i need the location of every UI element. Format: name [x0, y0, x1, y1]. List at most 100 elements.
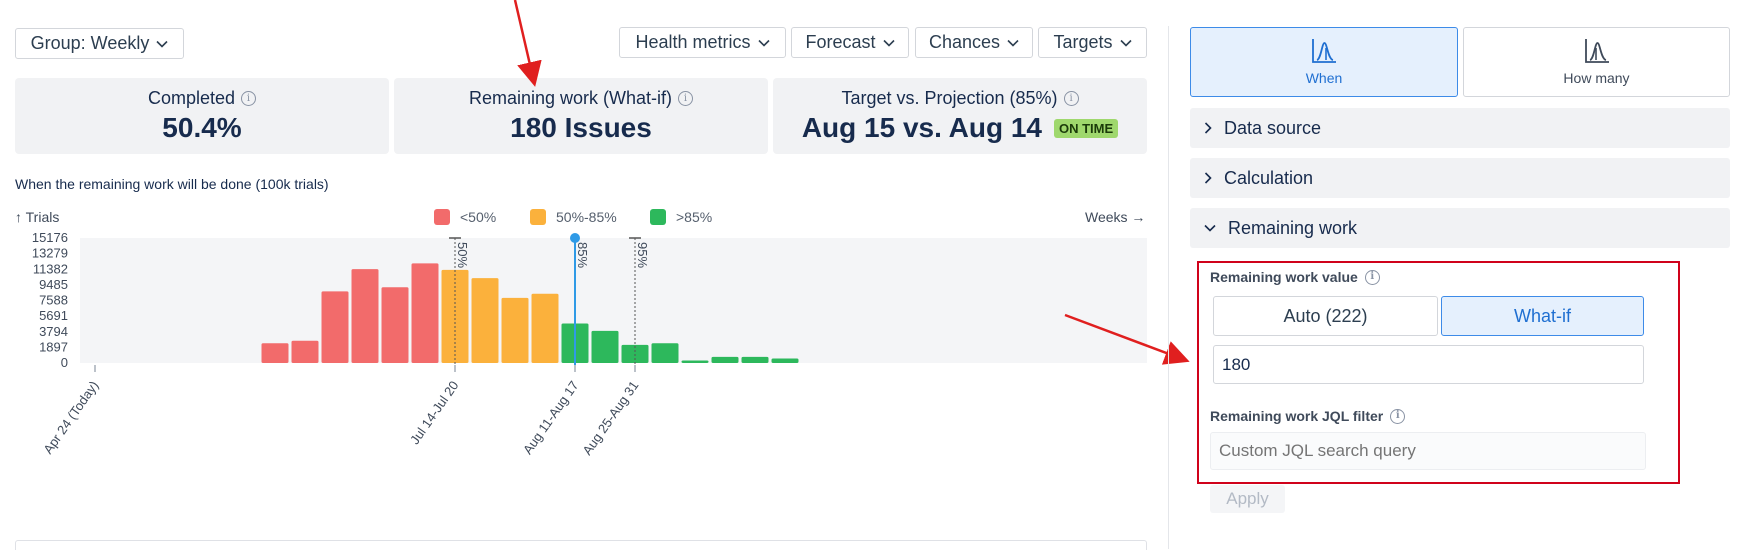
y-tick-label: 0	[61, 355, 68, 370]
legend-item-50-85: 50%-85%	[530, 209, 617, 225]
histogram-bar[interactable]	[291, 340, 319, 363]
targets-dropdown[interactable]: Targets	[1038, 27, 1147, 58]
apply-button[interactable]: Apply	[1210, 485, 1285, 513]
legend-swatch	[434, 209, 450, 225]
target-value: Aug 15 vs. Aug 14	[801, 112, 1042, 143]
mode-when-button[interactable]: When	[1190, 27, 1458, 97]
y-tick-label: 9485	[39, 277, 68, 292]
chart-howmany-icon	[1584, 39, 1609, 63]
histogram-bar[interactable]	[711, 356, 739, 363]
completed-value: 50.4%	[162, 112, 242, 143]
legend-label: >85%	[676, 209, 713, 225]
histogram-bar[interactable]	[531, 293, 559, 363]
arrow-to-remaining-card	[513, 0, 542, 87]
panel-divider	[1168, 26, 1169, 549]
target-label: Target vs. Projection (85%)	[841, 88, 1058, 108]
histogram-bar[interactable]	[591, 330, 619, 363]
y-axis-label: ↑ Trials	[15, 209, 60, 225]
auto-toggle[interactable]: Auto (222)	[1213, 296, 1438, 336]
section-calculation-label: Calculation	[1224, 167, 1314, 188]
info-icon[interactable]: i	[241, 91, 257, 106]
x-tick-label: Aug 11-Aug 17	[520, 378, 581, 457]
mode-when-label: When	[1305, 70, 1343, 86]
y-tick-label: 3794	[39, 324, 68, 339]
auto-toggle-label: Auto (222)	[1283, 305, 1368, 326]
jql-filter-label-row: Remaining work JQL filter i	[1210, 408, 1406, 424]
histogram-bar[interactable]	[501, 297, 529, 363]
target-value-row: Aug 15 vs. Aug 14 ON TIME	[801, 112, 1119, 144]
percentile-label: 95%	[635, 242, 650, 268]
completed-card: Completed i 50.4%	[15, 78, 389, 154]
chevron-down-icon	[1007, 39, 1019, 47]
info-icon[interactable]: i	[1364, 269, 1380, 285]
histogram-bar[interactable]	[651, 343, 679, 363]
remaining-card-label-row: Remaining work (What-if) i	[468, 88, 694, 109]
health-metrics-dropdown[interactable]: Health metrics	[619, 27, 786, 58]
histogram-bar[interactable]	[411, 263, 439, 363]
chevron-right-icon	[1204, 172, 1212, 184]
histogram-bar[interactable]	[471, 278, 499, 363]
percentile-label: 85%	[575, 242, 590, 268]
chances-dropdown[interactable]: Chances	[915, 27, 1033, 58]
targets-label: Targets	[1053, 32, 1113, 52]
forecast-label: Forecast	[805, 32, 876, 52]
whatif-toggle[interactable]: What-if	[1441, 296, 1644, 336]
section-calculation[interactable]: Calculation	[1190, 158, 1730, 198]
y-tick-label: 15176	[32, 230, 68, 245]
section-data-source-label: Data source	[1224, 117, 1322, 138]
section-remaining-work-label: Remaining work	[1228, 217, 1358, 238]
legend-label: <50%	[460, 209, 497, 225]
mode-how-many-button[interactable]: How many	[1463, 27, 1730, 97]
histogram-bar[interactable]	[741, 356, 769, 363]
x-tick-label: Jul 14-Jul 20	[407, 378, 462, 447]
apply-button-label: Apply	[1226, 489, 1269, 508]
chevron-down-icon	[156, 40, 168, 48]
forecast-dropdown[interactable]: Forecast	[791, 27, 909, 58]
chevron-down-icon	[1204, 224, 1216, 232]
section-data-source[interactable]: Data source	[1190, 108, 1730, 148]
mode-how-many-label: How many	[1563, 70, 1630, 86]
remaining-work-value-label-row: Remaining work value i	[1210, 269, 1380, 285]
legend-swatch	[650, 209, 666, 225]
y-tick-label: 7588	[39, 293, 68, 308]
x-tick-label: Apr 24 (Today)	[40, 378, 101, 456]
histogram-bar[interactable]	[351, 269, 379, 363]
histogram-bar[interactable]	[681, 360, 709, 363]
remaining-work-value-input[interactable]	[1213, 345, 1644, 384]
x-axis-label: Weeks →	[1085, 209, 1146, 225]
histogram-bar[interactable]	[261, 343, 289, 363]
percentile-label: 50%	[455, 242, 470, 268]
health-metrics-label: Health metrics	[635, 32, 751, 52]
info-icon[interactable]: i	[1390, 408, 1406, 424]
target-projection-card: Target vs. Projection (85%) i Aug 15 vs.…	[773, 78, 1147, 154]
group-dropdown[interactable]: Group: Weekly	[15, 28, 184, 59]
jql-filter-input[interactable]	[1210, 432, 1646, 470]
histogram-bar[interactable]	[771, 358, 799, 363]
info-icon[interactable]: i	[1063, 91, 1079, 106]
histogram-bar[interactable]	[321, 291, 349, 363]
histogram-bar[interactable]	[381, 287, 409, 363]
legend-item-below-50: <50%	[434, 209, 496, 225]
status-badge: ON TIME	[1053, 118, 1119, 138]
trials-histogram: 151761327911382948575885691379418970 50%…	[32, 230, 1147, 458]
remaining-work-value-label: Remaining work value	[1210, 269, 1358, 285]
completed-label: Completed	[147, 88, 236, 108]
y-tick-label: 5691	[39, 308, 68, 323]
x-tick-label: Aug 25-Aug 31	[579, 378, 641, 458]
legend-label: 50%-85%	[556, 209, 617, 225]
chances-label: Chances	[928, 32, 1001, 52]
y-tick-label: 11382	[33, 261, 68, 276]
info-icon[interactable]: i	[678, 91, 694, 106]
completed-card-label-row: Completed i	[147, 88, 257, 109]
section-remaining-work[interactable]: Remaining work	[1190, 208, 1730, 248]
legend-item-above-85: >85%	[650, 209, 712, 225]
remaining-label: Remaining work (What-if)	[468, 88, 673, 108]
jql-filter-label: Remaining work JQL filter	[1210, 408, 1384, 424]
legend-swatch	[530, 209, 546, 225]
chevron-down-icon	[1119, 39, 1132, 47]
chevron-down-icon	[757, 39, 770, 47]
remaining-work-card: Remaining work (What-if) i 180 Issues	[394, 78, 768, 154]
group-dropdown-label: Group: Weekly	[30, 33, 150, 53]
chart-when-icon	[1312, 39, 1336, 63]
chevron-right-icon	[1204, 122, 1212, 134]
